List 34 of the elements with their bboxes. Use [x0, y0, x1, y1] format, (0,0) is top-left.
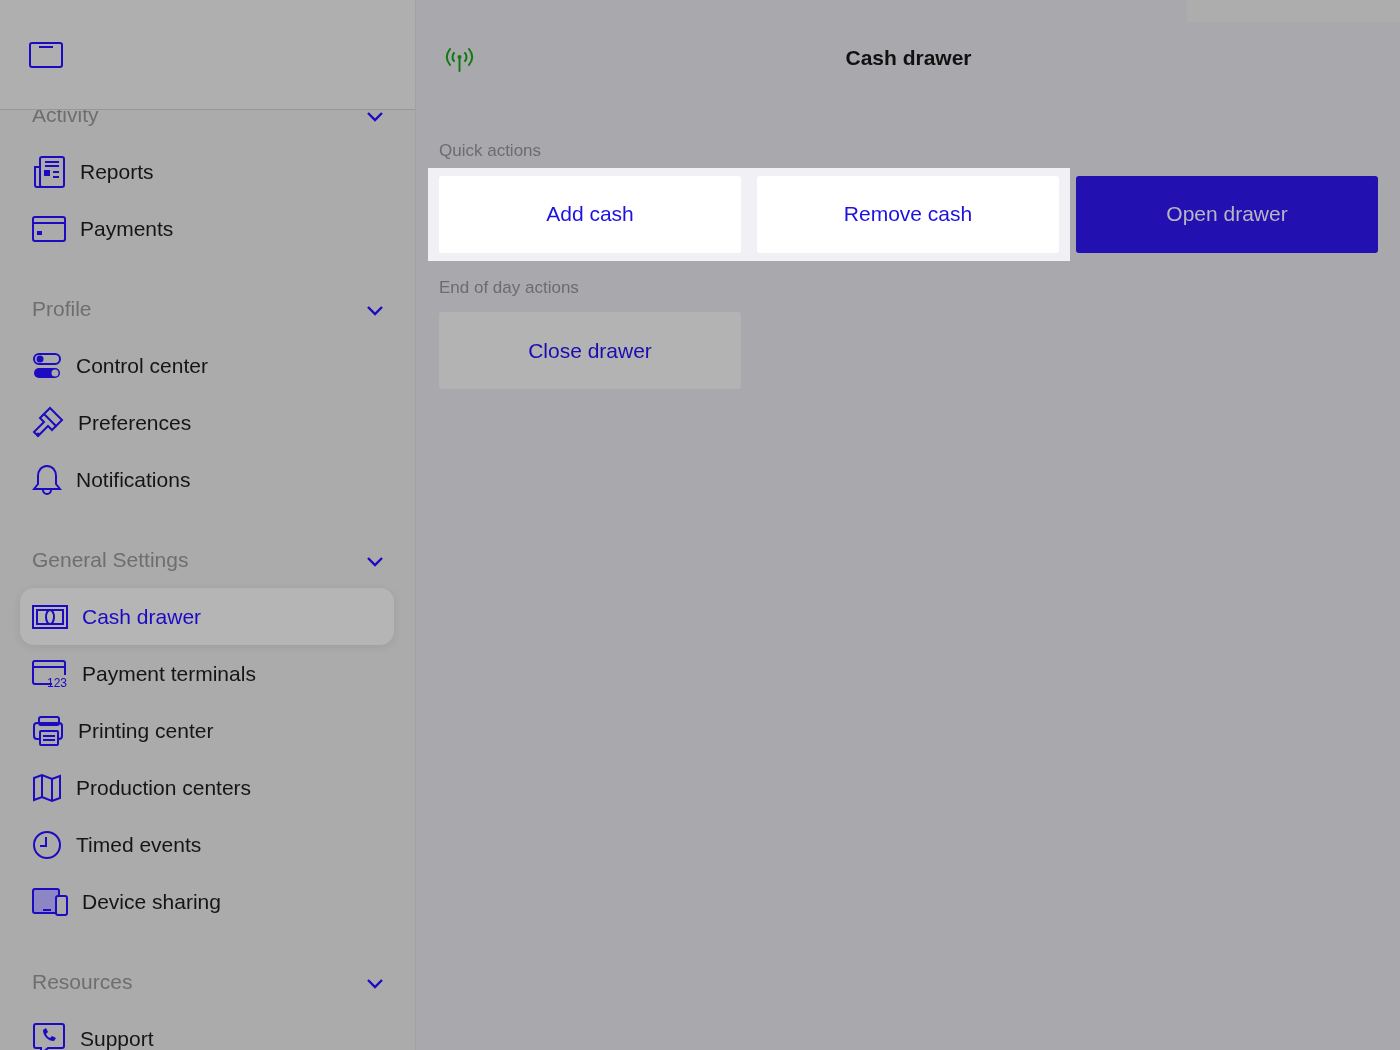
chat-phone-icon: [32, 1021, 66, 1050]
sidebar-item[interactable]: Device sharing: [20, 873, 394, 930]
sidebar-item[interactable]: Payments: [20, 200, 394, 257]
section-header: Resources: [32, 969, 133, 996]
action-button[interactable]: Add cash: [439, 175, 741, 253]
sidebar-item[interactable]: Cash drawer: [20, 588, 394, 645]
section-header: General Settings: [32, 547, 189, 574]
card-icon: [32, 215, 66, 242]
bell-icon: [32, 462, 62, 497]
sidebar-item[interactable]: Control center: [20, 337, 394, 394]
page-title: Cash drawer: [845, 45, 972, 72]
sidebar-item[interactable]: 123 Payment terminals: [20, 645, 394, 702]
printer-icon: [32, 714, 64, 747]
section-label: Quick actions: [439, 140, 543, 162]
sidebar-item[interactable]: Production centers: [20, 759, 394, 816]
brush-icon: [32, 405, 64, 440]
devices-icon: [32, 887, 68, 916]
banknote-icon: [32, 604, 68, 629]
section-label: End of day actions: [439, 276, 580, 299]
action-button[interactable]: Remove cash: [757, 175, 1059, 253]
clock-icon: [32, 829, 62, 860]
sidebar-item[interactable]: Support: [20, 1010, 394, 1050]
section-header: Profile: [32, 296, 92, 323]
toggles-icon: [32, 351, 62, 380]
primary-button[interactable]: Open drawer: [1076, 175, 1378, 253]
sidebar-item[interactable]: Preferences: [20, 394, 394, 451]
map-icon: [32, 772, 62, 803]
sidebar-item[interactable]: Notifications: [20, 451, 394, 508]
newspaper-icon: [32, 154, 66, 189]
tablet-icon[interactable]: [29, 41, 63, 68]
sidebar-item[interactable]: Printing center: [20, 702, 394, 759]
sidebar-item[interactable]: Timed events: [20, 816, 394, 873]
action-button[interactable]: Close drawer: [439, 312, 741, 389]
sidebar-item[interactable]: Reports: [20, 143, 394, 200]
